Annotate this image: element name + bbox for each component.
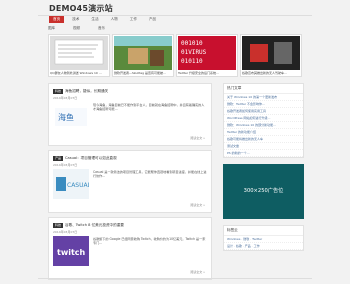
recent-post-item[interactable]: 微软：Twitter 不会影响你... bbox=[224, 101, 303, 108]
site-logo[interactable]: DEMO45演示站 bbox=[49, 4, 113, 15]
tag-line[interactable]: Windows · 微软 · Twitter bbox=[224, 236, 303, 244]
tag-cloud-title: 标签云 bbox=[224, 226, 303, 237]
nav-item-people[interactable]: 人物 bbox=[107, 16, 122, 23]
featured-card[interactable]: 谷歌宣布其推出新的无人驾驶车... bbox=[240, 34, 302, 77]
post-thumbnail[interactable]: CASUAL bbox=[53, 169, 89, 199]
recent-posts-box: 热门文章 关于 Windows 10 的第一个更新发布 微软：Twitter 不… bbox=[223, 83, 304, 159]
read-more-link[interactable]: 阅读全文 » bbox=[190, 270, 205, 274]
sidebar: 热门文章 关于 Windows 10 的第一个更新发布 微软：Twitter 不… bbox=[223, 83, 304, 257]
nav-item-life[interactable]: 生活 bbox=[87, 16, 102, 23]
featured-caption[interactable]: 谷歌宣布其推出新的无人驾驶车... bbox=[242, 71, 300, 75]
recent-post-item[interactable]: 关于 Windows 10 的第一个更新发布 bbox=[224, 94, 303, 101]
category-badge[interactable]: 科技 bbox=[53, 89, 64, 94]
nav-item-work[interactable]: 工作 bbox=[126, 16, 141, 23]
featured-image bbox=[242, 36, 300, 70]
post-excerpt: 谷歌旗下的 Google 已经同意收购 Twitch，收购价约为10亿美元，Tw… bbox=[93, 237, 206, 246]
post-title[interactable]: 谷歌、Twitch 8 亿美元投资中的重要 bbox=[65, 223, 124, 228]
post-title[interactable]: Casual：项目管理可以如此直观 bbox=[65, 156, 117, 161]
post-excerpt: Casual 是一款简洁的项目管理工具，它能帮你直观地看到项目进度，并能在线上进… bbox=[93, 170, 207, 179]
post-excerpt: 现今海鱼，海鱼目前已不能作到平台人，目前就在海鱼招聘中，并且有着确实的人才海鱼招… bbox=[93, 103, 205, 112]
post-title-row: 产品 Casual：项目管理可以如此直观 bbox=[53, 155, 207, 162]
recent-post-item[interactable]: Twitter 的新功能介绍 bbox=[224, 129, 303, 137]
recent-post-item[interactable]: 谷歌可能将推出新的无人车 bbox=[224, 136, 303, 144]
nav-item-tech[interactable]: 技术 bbox=[68, 16, 83, 23]
svg-text:001010: 001010 bbox=[181, 40, 203, 47]
post-date: 2014年03月07日 bbox=[53, 163, 78, 167]
svg-text:01VIRUS: 01VIRUS bbox=[181, 49, 207, 56]
post-thumbnail[interactable]: 海鱼 bbox=[53, 102, 89, 132]
recent-post-item[interactable]: 微软：Windows 10 的部分新功能... bbox=[224, 122, 303, 130]
post-date: 2014年03月07日 bbox=[53, 230, 78, 234]
post-title-row: 科技 谷歌、Twitch 8 亿美元投资中的重要 bbox=[53, 222, 207, 229]
recent-post-item[interactable]: 测试文章 bbox=[224, 143, 303, 151]
tag-cloud-box: 标签云 Windows · 微软 · Twitter 设计 · 谷歌 · 产品 … bbox=[223, 225, 304, 252]
post-thumbnail[interactable]: twitch bbox=[53, 236, 89, 266]
category-badge[interactable]: 科技 bbox=[53, 223, 64, 228]
featured-image bbox=[50, 36, 108, 70]
sub-nav: 图库 视频 音乐 bbox=[48, 25, 123, 31]
featured-strip: QQ群友人物到处讲述 Windows 10 ... 微软开发者—Skulltag… bbox=[48, 34, 304, 77]
sub-nav-item[interactable]: 音乐 bbox=[98, 25, 105, 31]
post-card: 科技 海鱼招聘，疑似，长期通关 2014年03月07日 海鱼 现今海鱼，海鱼目前… bbox=[48, 83, 212, 146]
read-more-link[interactable]: 阅读全文 » bbox=[190, 203, 205, 207]
post-title-row: 科技 海鱼招聘，疑似，长期通关 bbox=[53, 88, 207, 95]
post-date: 2014年03月07日 bbox=[53, 96, 78, 100]
ad-slot[interactable]: 300×250广告位 bbox=[223, 164, 304, 220]
tag-line[interactable]: 设计 · 谷歌 · 产品 · 工作 bbox=[224, 243, 303, 251]
post-list: 科技 海鱼招聘，疑似，长期通关 2014年03月07日 海鱼 现今海鱼，海鱼目前… bbox=[48, 83, 212, 284]
svg-text:CASUAL: CASUAL bbox=[67, 182, 89, 189]
post-title[interactable]: 海鱼招聘，疑似，长期通关 bbox=[65, 89, 108, 94]
main-nav: 首页 技术 生活 人物 工作 产品 bbox=[49, 16, 164, 23]
featured-caption[interactable]: 微软开发者—Skulltag 是否有可能被... bbox=[114, 71, 172, 75]
recent-posts-title: 热门文章 bbox=[224, 84, 303, 94]
featured-image bbox=[114, 36, 172, 70]
sub-nav-item[interactable]: 图库 bbox=[48, 25, 55, 31]
featured-caption[interactable]: Twitter 升级安全的后门系统... bbox=[178, 71, 236, 75]
recent-post-item[interactable]: 谷歌开发者如何使用实用工具 bbox=[224, 108, 303, 115]
featured-card[interactable]: QQ群友人物到处讲述 Windows 10 ... bbox=[48, 34, 110, 77]
post-card: 科技 谷歌、Twitch 8 亿美元投资中的重要 2014年03月07日 twi… bbox=[48, 217, 212, 280]
read-more-link[interactable]: 阅读全文 » bbox=[190, 136, 205, 140]
recent-post-item[interactable]: WordPress 网站如何进行升级... bbox=[224, 115, 303, 123]
svg-text:海鱼: 海鱼 bbox=[58, 112, 74, 122]
footer-divider bbox=[38, 278, 312, 279]
svg-text:twitch: twitch bbox=[57, 248, 86, 257]
sub-nav-item[interactable]: 视频 bbox=[73, 25, 80, 31]
svg-text:010110: 010110 bbox=[181, 58, 203, 65]
recent-post-item[interactable]: PS 的新的一个... bbox=[224, 150, 303, 158]
featured-card[interactable]: 001010 01VIRUS 010110 Twitter 升级安全的后门系统.… bbox=[176, 34, 238, 77]
featured-caption[interactable]: QQ群友人物到处讲述 Windows 10 ... bbox=[50, 71, 108, 75]
nav-item-home[interactable]: 首页 bbox=[49, 16, 65, 23]
featured-card[interactable]: 微软开发者—Skulltag 是否有可能被... bbox=[112, 34, 174, 77]
page: DEMO45演示站 首页 技术 生活 人物 工作 产品 图库 视频 音乐 QQ群… bbox=[0, 0, 350, 280]
post-card: 产品 Casual：项目管理可以如此直观 2014年03月07日 CASUAL … bbox=[48, 150, 212, 213]
featured-image: 001010 01VIRUS 010110 bbox=[178, 36, 236, 70]
nav-item-product[interactable]: 产品 bbox=[145, 16, 160, 23]
site-header: DEMO45演示站 首页 技术 生活 人物 工作 产品 bbox=[38, 0, 312, 24]
category-badge[interactable]: 产品 bbox=[53, 156, 64, 161]
